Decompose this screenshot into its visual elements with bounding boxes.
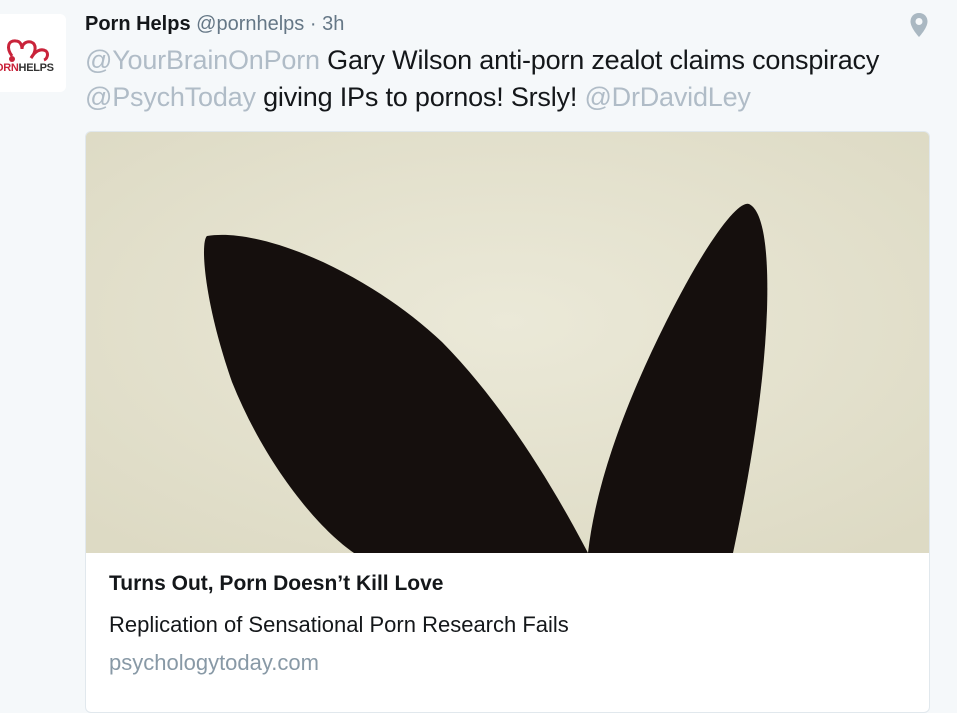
mention-link[interactable]: @PsychToday <box>85 82 256 112</box>
card-description: Replication of Sensational Porn Research… <box>109 612 569 637</box>
card-title[interactable]: Turns Out, Porn Doesn’t Kill Love <box>109 572 443 596</box>
pornhelps-logo-icon <box>7 39 49 62</box>
separator-dot: · <box>309 13 317 35</box>
display-name[interactable]: Porn Helps <box>85 13 191 35</box>
avatar[interactable]: ORNHELPS <box>0 14 66 92</box>
card-image[interactable] <box>86 132 929 553</box>
link-card[interactable]: Turns Out, Porn Doesn’t Kill Love Replic… <box>85 131 930 713</box>
tweet-header: Porn Helps @pornhelps · 3h <box>85 11 344 37</box>
user-handle[interactable]: @pornhelps <box>196 13 304 35</box>
tweet-text-segment: Gary Wilson anti-porn zealot claims cons… <box>319 45 880 75</box>
tweet-text-segment: giving IPs to pornos! Srsly! <box>255 82 585 112</box>
location-pin-icon[interactable] <box>909 12 929 38</box>
mention-link[interactable]: @YourBrainOnPorn <box>85 45 320 75</box>
avatar-logo-text: ORNHELPS <box>0 62 54 74</box>
tweet: ORNHELPS Porn Helps @pornhelps · 3h @You… <box>0 0 957 713</box>
mention-link[interactable]: @DrDavidLey <box>584 82 750 112</box>
timestamp[interactable]: 3h <box>322 13 344 35</box>
tweet-text: @YourBrainOnPorn Gary Wilson anti-porn z… <box>85 42 935 116</box>
card-domain[interactable]: psychologytoday.com <box>109 650 319 676</box>
